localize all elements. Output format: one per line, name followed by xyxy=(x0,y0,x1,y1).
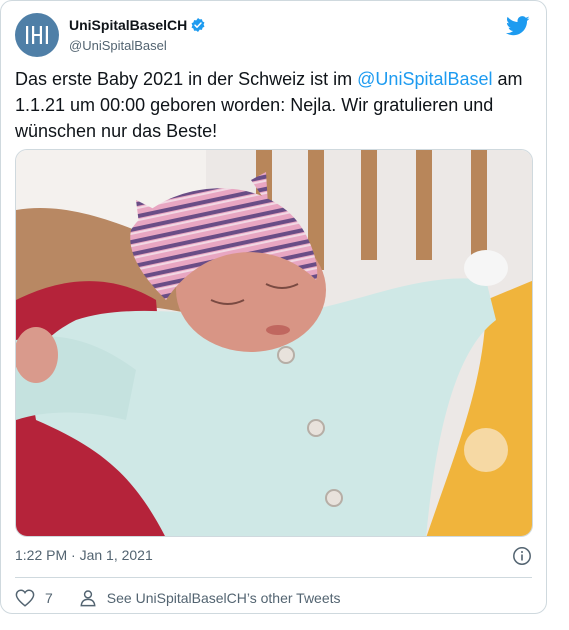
author-handle[interactable]: @UniSpitalBasel xyxy=(69,37,206,55)
newborn-baby-photo xyxy=(16,150,532,536)
avatar[interactable] xyxy=(15,13,59,57)
tweet-text: Das erste Baby 2021 in der Schweiz ist i… xyxy=(15,66,535,144)
other-tweets-label: See UniSpitalBaselCH’s other Tweets xyxy=(106,590,341,606)
tweet-header: UniSpitalBaselCH @UniSpitalBasel xyxy=(15,13,532,57)
unispital-logo-icon xyxy=(26,26,48,44)
twitter-bird-icon[interactable] xyxy=(506,15,530,37)
tweet-photo[interactable] xyxy=(15,149,533,537)
tweet-card: UniSpitalBaselCH @UniSpitalBasel Das ers… xyxy=(0,0,547,614)
author-display-name[interactable]: UniSpitalBaselCH xyxy=(69,16,187,34)
tweet-text-part: Das erste Baby 2021 in der Schweiz ist i… xyxy=(15,69,358,89)
heart-icon xyxy=(15,589,35,607)
verified-badge-icon xyxy=(191,18,205,32)
tweet-actions: 7 See UniSpitalBaselCH’s other Tweets xyxy=(15,587,341,609)
like-button[interactable]: 7 xyxy=(15,589,53,607)
author-names: UniSpitalBaselCH @UniSpitalBasel xyxy=(69,16,206,55)
info-icon[interactable] xyxy=(512,546,532,566)
author-display-name-row[interactable]: UniSpitalBaselCH xyxy=(69,16,206,34)
person-icon xyxy=(80,590,96,607)
divider xyxy=(15,577,532,578)
mention-link[interactable]: @UniSpitalBasel xyxy=(357,69,492,89)
other-tweets-link[interactable]: See UniSpitalBaselCH’s other Tweets xyxy=(79,589,341,607)
tweet-timestamp[interactable]: 1:22 PM · Jan 1, 2021 xyxy=(15,547,153,563)
like-count: 7 xyxy=(45,590,53,606)
